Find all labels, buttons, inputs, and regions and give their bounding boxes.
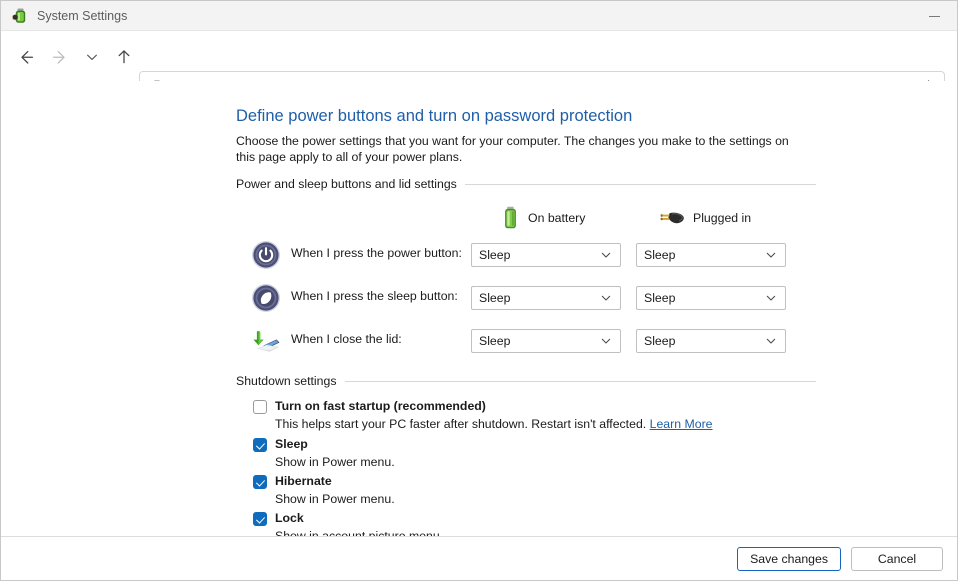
learn-more-link[interactable]: Learn More bbox=[650, 417, 713, 431]
power-button-plugged-in-select[interactable]: Sleep bbox=[636, 243, 786, 267]
option-fast-startup-description: This helps start your PC faster after sh… bbox=[275, 416, 796, 432]
setting-row-sleep-button: When I press the sleep button: Sleep Sle… bbox=[236, 281, 816, 317]
battery-icon bbox=[501, 206, 520, 230]
setting-row-close-lid-label: When I close the lid: bbox=[291, 332, 402, 346]
close-lid-on-battery-value: Sleep bbox=[479, 334, 600, 348]
chevron-down-icon bbox=[765, 292, 777, 304]
power-button-on-battery-select[interactable]: Sleep bbox=[471, 243, 621, 267]
setting-row-sleep-button-label: When I press the sleep button: bbox=[291, 289, 458, 303]
up-button[interactable] bbox=[109, 42, 139, 72]
option-sleep-label: Sleep bbox=[275, 437, 308, 452]
chevron-down-icon bbox=[765, 335, 777, 347]
option-lock-label: Lock bbox=[275, 511, 304, 526]
forward-arrow-icon bbox=[51, 48, 69, 66]
column-header-plugged-in-label: Plugged in bbox=[693, 211, 751, 225]
option-hibernate-description: Show in Power menu. bbox=[275, 491, 796, 507]
back-button[interactable] bbox=[11, 42, 41, 72]
sleep-button-plugged-in-value: Sleep bbox=[644, 291, 765, 305]
fast-startup-checkbox[interactable] bbox=[253, 400, 267, 414]
option-fast-startup-description-text: This helps start your PC faster after sh… bbox=[275, 417, 646, 431]
close-lid-plugged-in-select[interactable]: Sleep bbox=[636, 329, 786, 353]
hibernate-checkbox[interactable] bbox=[253, 475, 267, 489]
navigation-bar: › Control Panel › All Control Panel Item… bbox=[1, 32, 957, 81]
option-fast-startup-row[interactable]: Turn on fast startup (recommended) bbox=[236, 399, 796, 414]
power-group-header-label: Power and sleep buttons and lid settings bbox=[236, 177, 457, 191]
settings-content: Define power buttons and turn on passwor… bbox=[1, 81, 958, 538]
column-header-on-battery-label: On battery bbox=[528, 211, 585, 225]
sleep-checkbox[interactable] bbox=[253, 438, 267, 452]
option-hibernate-label: Hibernate bbox=[275, 474, 332, 489]
chevron-down-icon bbox=[600, 249, 612, 261]
page-title: Define power buttons and turn on passwor… bbox=[236, 107, 632, 126]
sleep-button-on-battery-select[interactable]: Sleep bbox=[471, 286, 621, 310]
chevron-down-icon bbox=[600, 335, 612, 347]
page-description: Choose the power settings that you want … bbox=[236, 133, 798, 165]
chevron-down-icon bbox=[600, 292, 612, 304]
setting-row-power-button: When I press the power button: Sleep Sle… bbox=[236, 238, 816, 274]
divider bbox=[345, 381, 817, 382]
close-lid-on-battery-select[interactable]: Sleep bbox=[471, 329, 621, 353]
power-button-plugged-in-value: Sleep bbox=[644, 248, 765, 262]
window-controls bbox=[911, 1, 957, 31]
sleep-button-plugged-in-select[interactable]: Sleep bbox=[636, 286, 786, 310]
save-changes-button[interactable]: Save changes bbox=[737, 547, 841, 571]
cancel-button[interactable]: Cancel bbox=[851, 547, 943, 571]
shutdown-group-header-label: Shutdown settings bbox=[236, 374, 337, 388]
sleep-button-icon bbox=[251, 283, 281, 313]
close-lid-plugged-in-value: Sleep bbox=[644, 334, 765, 348]
forward-button[interactable] bbox=[45, 42, 75, 72]
option-sleep-description: Show in Power menu. bbox=[275, 454, 796, 470]
column-header-on-battery: On battery bbox=[501, 203, 585, 233]
lock-checkbox[interactable] bbox=[253, 512, 267, 526]
minimize-icon bbox=[929, 16, 940, 17]
power-options-icon bbox=[11, 7, 29, 25]
option-sleep: Sleep Show in Power menu. bbox=[236, 437, 796, 470]
option-fast-startup-label: Turn on fast startup (recommended) bbox=[275, 399, 486, 414]
chevron-down-icon bbox=[84, 49, 100, 65]
laptop-lid-icon bbox=[251, 326, 281, 356]
option-lock: Lock Show in account picture menu. bbox=[236, 511, 796, 538]
option-hibernate: Hibernate Show in Power menu. bbox=[236, 474, 796, 507]
up-arrow-icon bbox=[115, 48, 133, 66]
option-lock-row[interactable]: Lock bbox=[236, 511, 796, 526]
minimize-button[interactable] bbox=[911, 1, 957, 31]
shutdown-group-header: Shutdown settings bbox=[236, 374, 816, 388]
recent-locations-button[interactable] bbox=[77, 42, 107, 72]
back-arrow-icon bbox=[17, 48, 35, 66]
option-fast-startup: Turn on fast startup (recommended) This … bbox=[236, 399, 796, 432]
window-title: System Settings bbox=[37, 9, 127, 23]
setting-row-close-lid: When I close the lid: Sleep Sleep bbox=[236, 324, 816, 360]
power-group-header: Power and sleep buttons and lid settings bbox=[236, 177, 816, 191]
system-settings-window: System Settings bbox=[0, 0, 958, 581]
setting-row-power-button-label: When I press the power button: bbox=[291, 246, 462, 260]
column-headers: On battery Plugged in bbox=[471, 203, 811, 233]
divider bbox=[465, 184, 816, 185]
power-button-icon bbox=[251, 240, 281, 270]
power-button-on-battery-value: Sleep bbox=[479, 248, 600, 262]
chevron-down-icon bbox=[765, 249, 777, 261]
option-hibernate-row[interactable]: Hibernate bbox=[236, 474, 796, 489]
title-bar: System Settings bbox=[1, 1, 957, 31]
power-plug-icon bbox=[659, 207, 685, 229]
sleep-button-on-battery-value: Sleep bbox=[479, 291, 600, 305]
footer-button-bar: Save changes Cancel bbox=[1, 536, 958, 580]
column-header-plugged-in: Plugged in bbox=[659, 203, 751, 233]
option-sleep-row[interactable]: Sleep bbox=[236, 437, 796, 452]
